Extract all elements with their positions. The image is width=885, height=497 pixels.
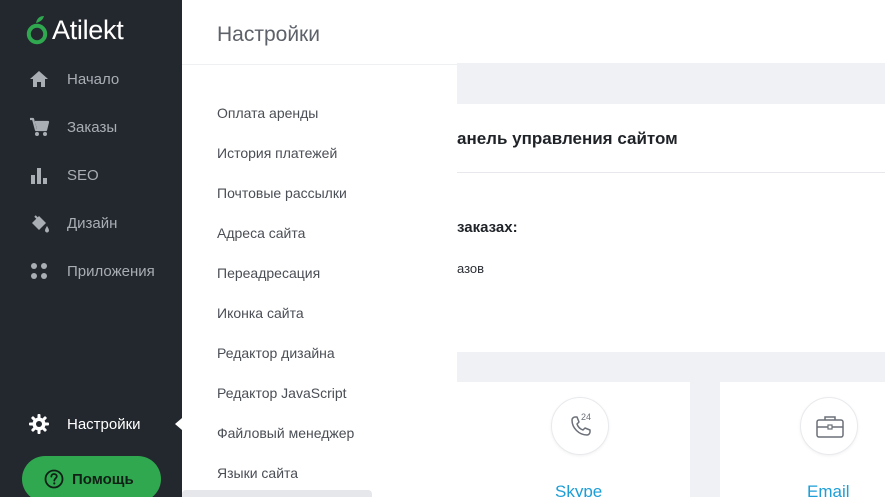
sidebar-item-settings[interactable]: Настройки: [0, 402, 182, 446]
contact-card-skype[interactable]: 24 Skype: [457, 382, 690, 497]
sidebar-item-seo[interactable]: SEO: [0, 153, 182, 197]
settings-panel: Настройки Оплата аренды История платежей…: [182, 0, 457, 497]
sidebar-item-label: Дизайн: [67, 214, 118, 232]
settings-item-site-addresses[interactable]: Адреса сайта: [217, 225, 305, 241]
orders-text: азов: [457, 261, 485, 276]
settings-item-file-manager[interactable]: Файловый менеджер: [217, 425, 354, 441]
cart-icon: [30, 117, 50, 136]
email-label[interactable]: Email: [807, 482, 850, 497]
briefcase-icon: [800, 397, 858, 455]
sidebar-item-label: Начало: [67, 70, 120, 88]
sidebar-item-label: Настройки: [67, 415, 141, 433]
sidebar-item-home[interactable]: Начало: [0, 57, 182, 101]
logo[interactable]: Atilekt: [26, 12, 124, 48]
svg-text:24: 24: [581, 412, 591, 422]
settings-item-rent-payment[interactable]: Оплата аренды: [217, 105, 318, 121]
active-caret: [175, 418, 182, 430]
main-topbar: [457, 0, 885, 63]
skype-label[interactable]: Skype: [555, 482, 602, 497]
settings-item-payment-history[interactable]: История платежей: [217, 145, 337, 161]
phone-24-icon: 24: [551, 397, 609, 455]
help-button[interactable]: Помощь: [22, 456, 161, 497]
home-icon: [30, 71, 48, 87]
settings-item-design-editor[interactable]: Редактор дизайна: [217, 345, 335, 361]
settings-item-redirects[interactable]: Переадресация: [217, 265, 320, 281]
card-divider: [457, 172, 885, 173]
settings-item-site-languages[interactable]: Языки сайта: [217, 465, 298, 481]
sidebar-item-design[interactable]: Дизайн: [0, 201, 182, 245]
bottom-edge: [182, 490, 372, 497]
contact-card-email[interactable]: Email: [720, 382, 885, 497]
brand-name: Atilekt: [52, 14, 124, 45]
settings-header: Настройки: [182, 0, 457, 65]
settings-item-favicon[interactable]: Иконка сайта: [217, 305, 304, 321]
card-title: анель управления сайтом: [457, 129, 678, 148]
orders-heading: заказах:: [457, 219, 518, 236]
bar-chart-icon: [31, 168, 47, 184]
sidebar-item-label: SEO: [67, 166, 99, 184]
sidebar: Atilekt Начало Заказы SEO Дизайн Приложе…: [0, 0, 182, 497]
help-circle-icon: [44, 469, 64, 489]
sidebar-item-label: Заказы: [67, 118, 118, 136]
sidebar-item-orders[interactable]: Заказы: [0, 105, 182, 149]
apple-logo-icon: [26, 16, 48, 45]
gear-icon: [29, 414, 49, 434]
sidebar-item-apps[interactable]: Приложения: [0, 249, 182, 293]
help-label: Помощь: [72, 471, 134, 488]
settings-title: Настройки: [217, 23, 320, 46]
settings-item-mailings[interactable]: Почтовые рассылки: [217, 185, 347, 201]
apps-grid-icon: [31, 263, 47, 279]
paint-bucket-icon: [32, 215, 49, 233]
settings-item-js-editor[interactable]: Редактор JavaScript: [217, 385, 347, 401]
sidebar-item-label: Приложения: [67, 262, 155, 280]
